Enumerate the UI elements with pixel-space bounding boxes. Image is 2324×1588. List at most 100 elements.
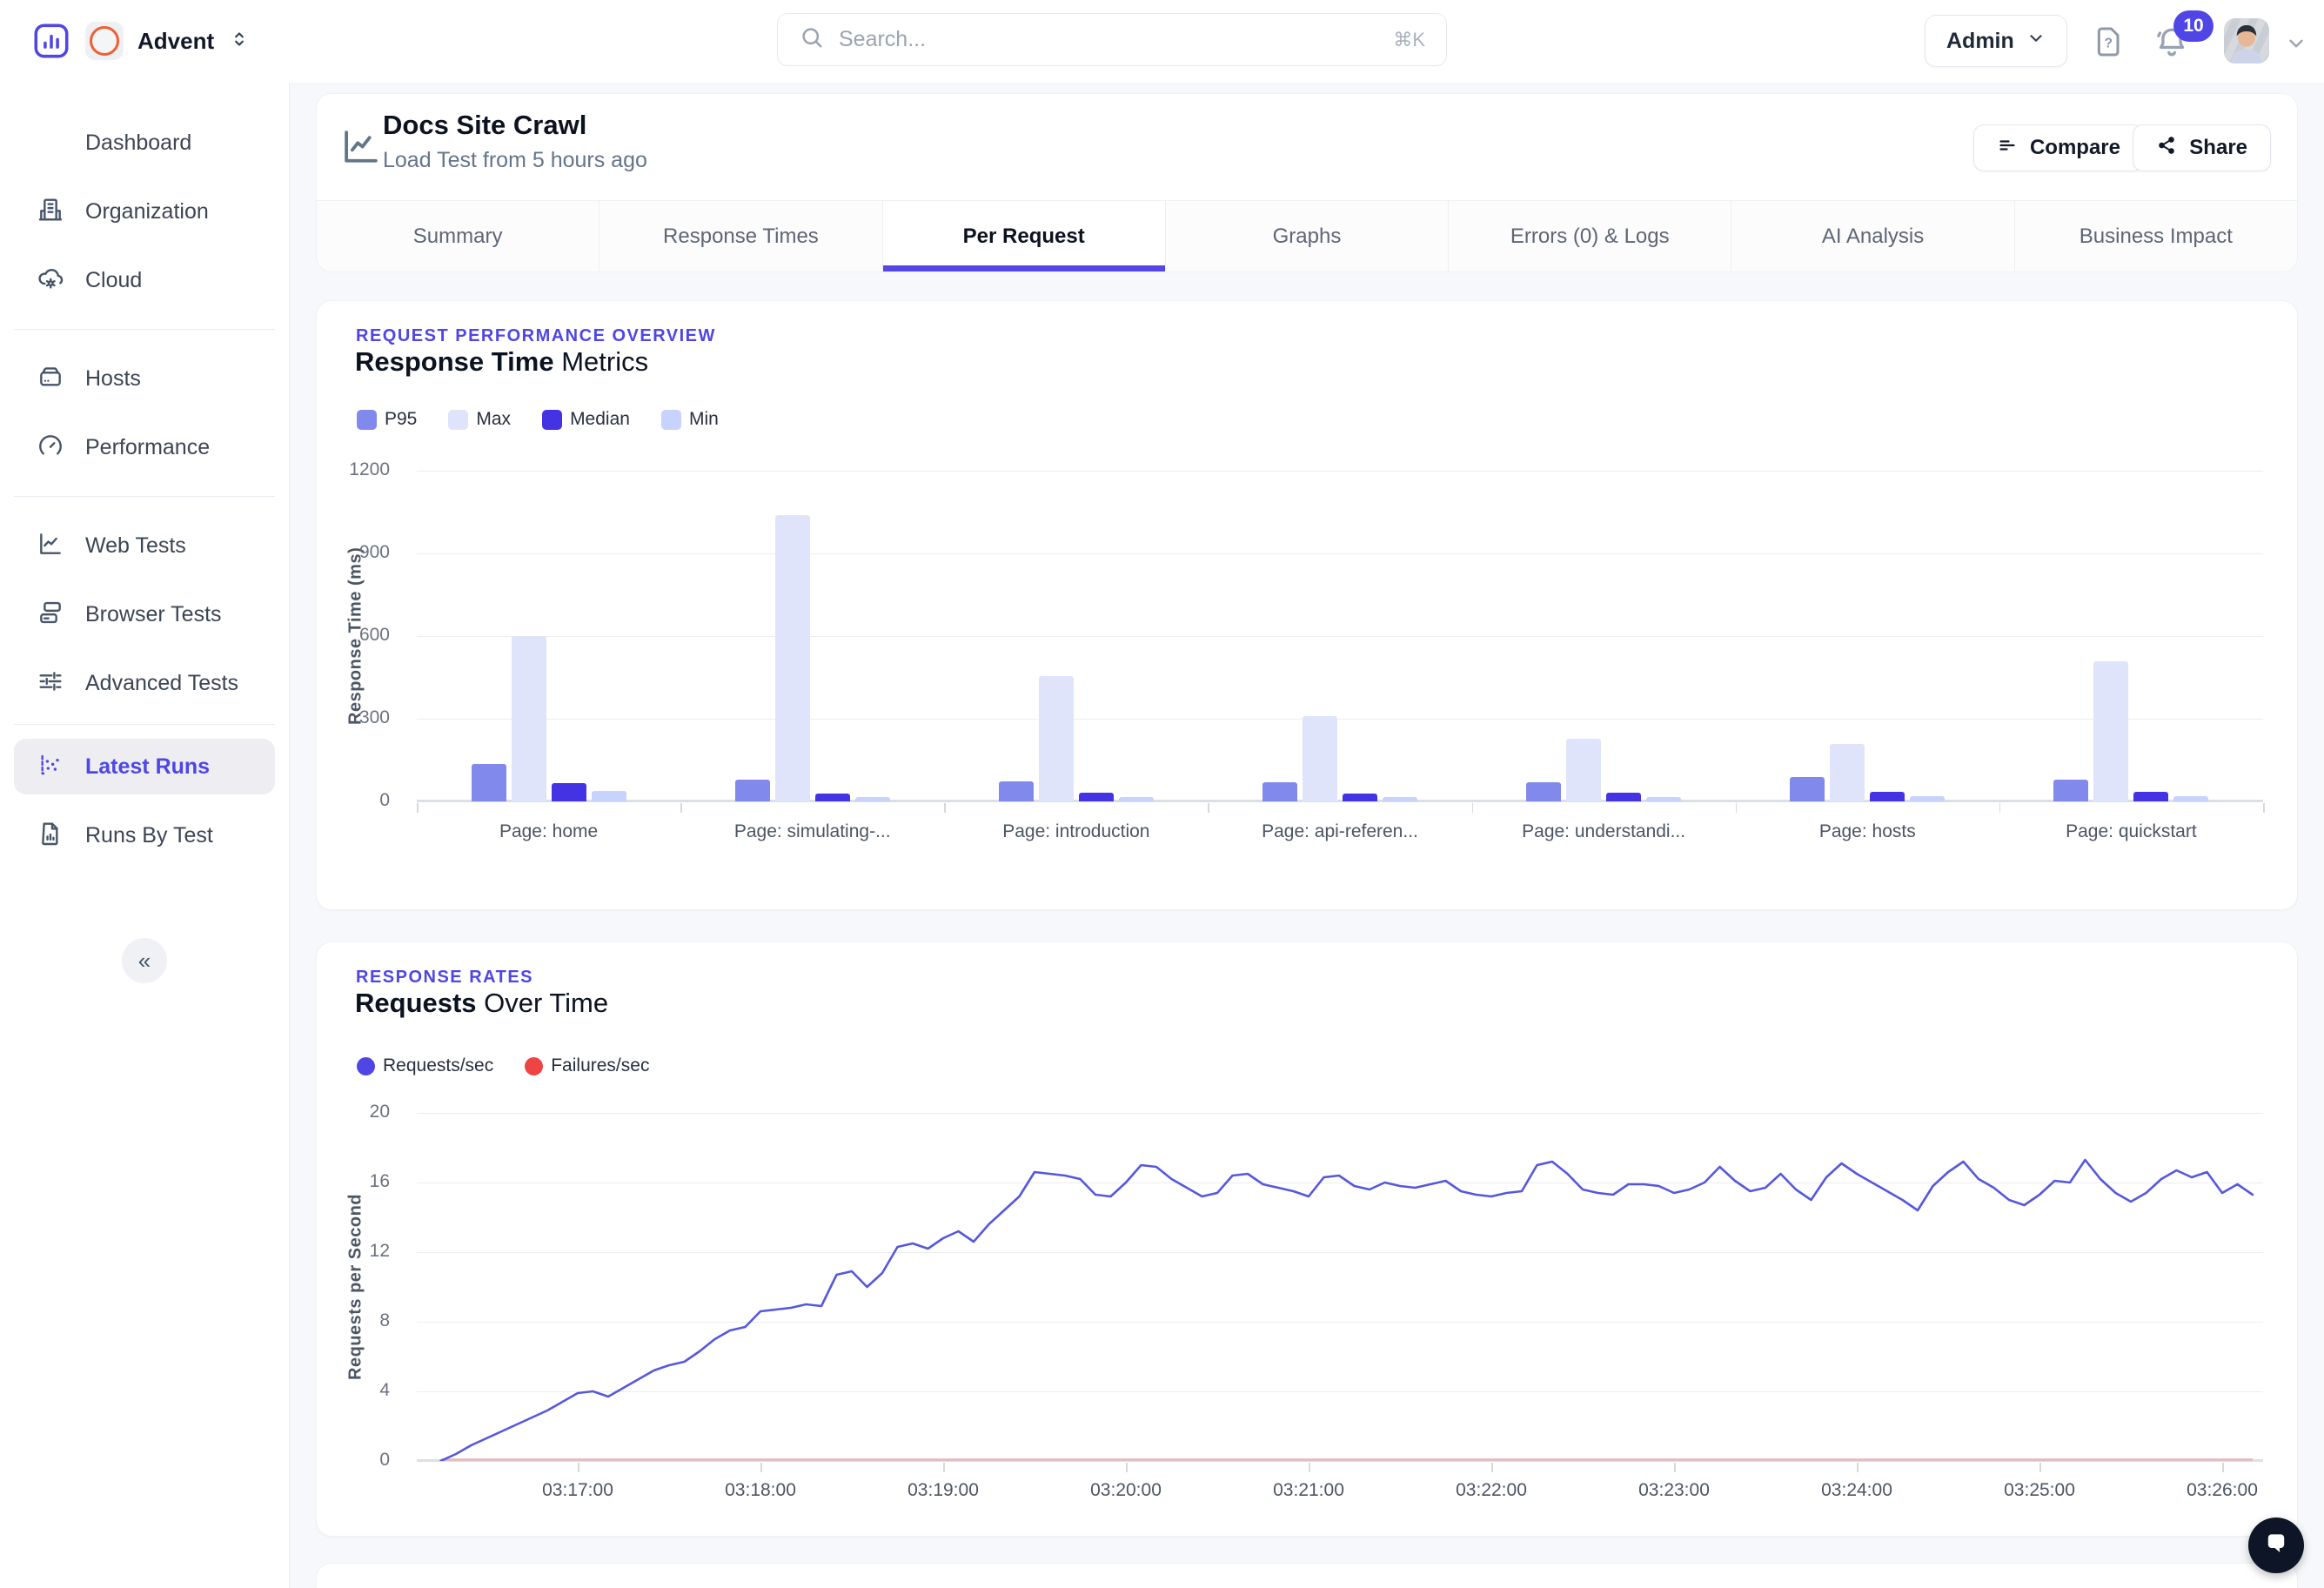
- browser-tests-icon: [37, 599, 64, 631]
- tab-graphs[interactable]: Graphs: [1166, 201, 1449, 271]
- category-label: Page: introduction: [944, 821, 1208, 842]
- chevron-down-icon: [2285, 44, 2307, 58]
- bar: [1079, 793, 1114, 801]
- cloud-settings-icon: [37, 265, 64, 297]
- org-name: Advent: [137, 28, 214, 55]
- legend-item-failures[interactable]: Failures/sec: [525, 1055, 649, 1076]
- svg-text:?: ?: [2104, 37, 2113, 51]
- performance-gauge-icon: [37, 432, 64, 464]
- legend-item-min[interactable]: Min: [661, 409, 719, 430]
- sidebar: Dashboard Organization Cloud Hosts: [0, 83, 290, 1588]
- bar-group: [1999, 471, 2263, 801]
- axis-tick: [1736, 803, 1738, 813]
- chat-bubble-icon: [2261, 1529, 2291, 1563]
- chat-widget-button[interactable]: [2248, 1518, 2304, 1573]
- bar-axis-ticks: [417, 803, 2263, 814]
- sidebar-item-runs-by-test[interactable]: Runs By Test: [14, 807, 275, 863]
- y-tick-label: 1200: [349, 459, 390, 480]
- bar: [735, 780, 770, 801]
- bar: [999, 781, 1034, 801]
- bar: [815, 794, 850, 801]
- x-tick-label: 03:19:00: [907, 1480, 979, 1501]
- app-logo[interactable]: [30, 19, 73, 63]
- main-content: Docs Site Crawl Load Test from 5 hours a…: [290, 83, 2324, 1588]
- line-y-axis: 048121620: [317, 1113, 404, 1461]
- tab-per-request[interactable]: Per Request: [883, 201, 1166, 271]
- sidebar-item-hosts[interactable]: Hosts: [14, 351, 275, 406]
- user-avatar[interactable]: [2224, 18, 2269, 64]
- x-tick-label: 03:22:00: [1456, 1480, 1527, 1501]
- axis-tick: [943, 1463, 945, 1472]
- sidebar-collapse-button[interactable]: «: [122, 938, 167, 983]
- bar-y-axis: 03006009001200: [317, 471, 404, 801]
- axis-tick: [1999, 803, 2001, 813]
- y-tick-label: 4: [379, 1380, 390, 1401]
- share-button[interactable]: Share: [2133, 124, 2271, 171]
- tab-summary[interactable]: Summary: [317, 201, 599, 271]
- category-label: Page: api-referen...: [1208, 821, 1471, 842]
- sidebar-item-dashboard[interactable]: Dashboard: [14, 115, 275, 171]
- bar: [1383, 797, 1417, 801]
- y-tick-label: 0: [379, 1450, 390, 1471]
- sidebar-divider: [14, 329, 275, 330]
- chevron-down-icon: [2026, 29, 2046, 54]
- bar-group: [1736, 471, 1999, 801]
- sidebar-item-organization[interactable]: Organization: [14, 184, 275, 239]
- help-button[interactable]: ?: [2092, 24, 2126, 64]
- tab-response-times[interactable]: Response Times: [599, 201, 882, 271]
- bar: [2133, 792, 2168, 801]
- x-tick-label: 03:23:00: [1638, 1480, 1710, 1501]
- user-menu-chevron[interactable]: [2285, 32, 2307, 59]
- bar: [1830, 744, 1865, 801]
- bar-chart-plot: [417, 471, 2263, 801]
- axis-tick: [1491, 1463, 1493, 1472]
- y-tick-label: 300: [359, 707, 390, 728]
- x-tick-label: 03:18:00: [725, 1480, 796, 1501]
- legend-item-requests[interactable]: Requests/sec: [357, 1055, 493, 1076]
- bar: [1343, 794, 1377, 802]
- category-label: Page: understandi...: [1472, 821, 1736, 842]
- sidebar-item-cloud[interactable]: Cloud: [14, 252, 275, 308]
- line-axis-ticks: [417, 1463, 2263, 1473]
- bar: [2093, 661, 2128, 802]
- search-input[interactable]: [839, 27, 1379, 52]
- bar-chart-logo-icon: [30, 51, 73, 66]
- hosts-server-icon: [37, 363, 64, 395]
- legend-item-p95[interactable]: P95: [357, 409, 417, 430]
- tab-errors-logs[interactable]: Errors (0) & Logs: [1449, 201, 1731, 271]
- axis-tick: [2039, 1463, 2041, 1472]
- sidebar-item-latest-runs[interactable]: Latest Runs: [14, 739, 275, 794]
- admin-menu-button[interactable]: Admin: [1925, 15, 2067, 67]
- sidebar-item-performance[interactable]: Performance: [14, 419, 275, 475]
- notification-count-badge: 10: [2173, 10, 2213, 42]
- bar-group: [1472, 471, 1736, 801]
- advanced-tests-sliders-icon: [37, 667, 64, 700]
- sidebar-item-advanced-tests[interactable]: Advanced Tests: [14, 655, 275, 711]
- y-tick-label: 12: [370, 1241, 390, 1262]
- bar: [1566, 739, 1601, 801]
- collapse-chevrons-icon: «: [138, 948, 151, 975]
- axis-tick: [1674, 1463, 1676, 1472]
- sidebar-divider: [14, 724, 275, 725]
- axis-tick: [2222, 1463, 2224, 1472]
- bar: [1646, 797, 1681, 801]
- tab-ai-analysis[interactable]: AI Analysis: [1731, 201, 2014, 271]
- page-title: Docs Site Crawl: [383, 110, 586, 141]
- x-tick-label: 03:17:00: [542, 1480, 613, 1501]
- bar-group: [680, 471, 944, 801]
- axis-tick: [760, 1463, 762, 1472]
- top-bar: Advent ⌘K Admin ?: [0, 0, 2324, 83]
- legend-item-max[interactable]: Max: [448, 409, 511, 430]
- x-tick-label: 03:25:00: [2004, 1480, 2075, 1501]
- sidebar-item-web-tests[interactable]: Web Tests: [14, 518, 275, 573]
- category-label: Page: simulating-...: [680, 821, 944, 842]
- legend-swatch: [357, 410, 377, 430]
- legend-dot: [357, 1057, 375, 1075]
- legend-item-median[interactable]: Median: [542, 409, 630, 430]
- x-tick-label: 03:20:00: [1090, 1480, 1162, 1501]
- tab-business-impact[interactable]: Business Impact: [2015, 201, 2297, 271]
- org-switcher[interactable]: Advent: [85, 22, 251, 60]
- card-title: Response Time Metrics: [355, 346, 648, 378]
- sidebar-item-browser-tests[interactable]: Browser Tests: [14, 586, 275, 642]
- compare-button[interactable]: Compare: [1973, 124, 2144, 171]
